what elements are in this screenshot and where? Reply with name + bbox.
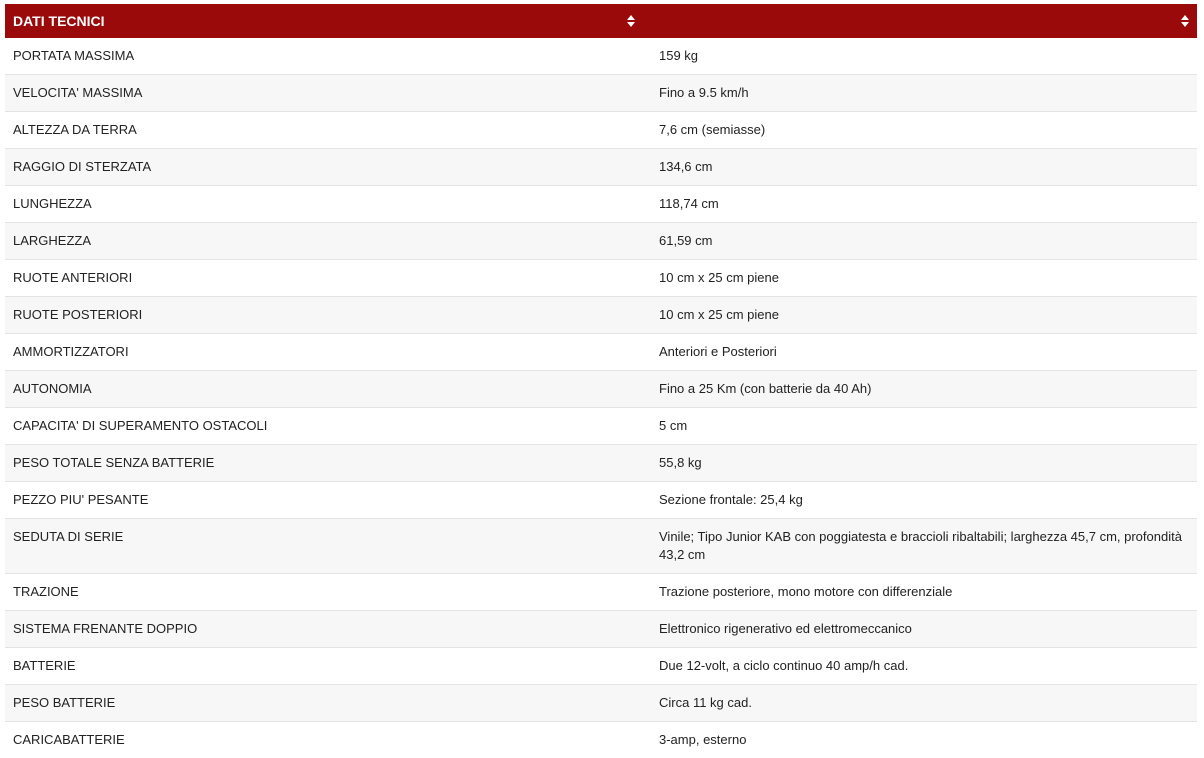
row-label: BATTERIE	[5, 648, 643, 685]
row-label: ALTEZZA DA TERRA	[5, 112, 643, 149]
sort-icon[interactable]	[1181, 15, 1189, 27]
row-label: RAGGIO DI STERZATA	[5, 149, 643, 186]
row-label: CARICABATTERIE	[5, 722, 643, 758]
row-value: Trazione posteriore, mono motore con dif…	[643, 574, 1197, 611]
table-row: LARGHEZZA 61,59 cm	[5, 223, 1197, 260]
row-label: RUOTE POSTERIORI	[5, 297, 643, 334]
table-row: AUTONOMIA Fino a 25 Km (con batterie da …	[5, 371, 1197, 408]
row-label: LARGHEZZA	[5, 223, 643, 260]
row-label: TRAZIONE	[5, 574, 643, 611]
specs-table: DATI TECNICI PORTATA MASSIMA 159 kg VELO…	[5, 4, 1197, 758]
table-header-row: DATI TECNICI	[5, 4, 1197, 38]
sort-icon[interactable]	[627, 15, 635, 27]
row-value: Elettronico rigenerativo ed elettromecca…	[643, 611, 1197, 648]
row-value: Anteriori e Posteriori	[643, 334, 1197, 371]
row-value: Due 12-volt, a ciclo continuo 40 amp/h c…	[643, 648, 1197, 685]
table-row: RUOTE ANTERIORI 10 cm x 25 cm piene	[5, 260, 1197, 297]
row-label: PORTATA MASSIMA	[5, 38, 643, 75]
row-value: Fino a 9.5 km/h	[643, 75, 1197, 112]
row-label: PEZZO PIU' PESANTE	[5, 482, 643, 519]
column-header-label[interactable]: DATI TECNICI	[5, 4, 643, 38]
row-label: LUNGHEZZA	[5, 186, 643, 223]
table-body: PORTATA MASSIMA 159 kg VELOCITA' MASSIMA…	[5, 38, 1197, 758]
table-row: SISTEMA FRENANTE DOPPIO Elettronico rige…	[5, 611, 1197, 648]
row-label: VELOCITA' MASSIMA	[5, 75, 643, 112]
table-row: PEZZO PIU' PESANTE Sezione frontale: 25,…	[5, 482, 1197, 519]
row-value: Sezione frontale: 25,4 kg	[643, 482, 1197, 519]
row-value: Vinile; Tipo Junior KAB con poggiatesta …	[643, 519, 1197, 574]
table-row: LUNGHEZZA 118,74 cm	[5, 186, 1197, 223]
column-header-value[interactable]	[643, 4, 1197, 38]
table-row: SEDUTA DI SERIE Vinile; Tipo Junior KAB …	[5, 519, 1197, 574]
table-row: PORTATA MASSIMA 159 kg	[5, 38, 1197, 75]
table-row: AMMORTIZZATORI Anteriori e Posteriori	[5, 334, 1197, 371]
row-value: 10 cm x 25 cm piene	[643, 297, 1197, 334]
row-value: 159 kg	[643, 38, 1197, 75]
table-row: BATTERIE Due 12-volt, a ciclo continuo 4…	[5, 648, 1197, 685]
table-row: VELOCITA' MASSIMA Fino a 9.5 km/h	[5, 75, 1197, 112]
row-label: PESO BATTERIE	[5, 685, 643, 722]
row-value: 5 cm	[643, 408, 1197, 445]
row-label: SEDUTA DI SERIE	[5, 519, 643, 574]
row-label: AUTONOMIA	[5, 371, 643, 408]
specs-container: DATI TECNICI PORTATA MASSIMA 159 kg VELO…	[0, 0, 1204, 758]
row-value: 134,6 cm	[643, 149, 1197, 186]
column-header-label-text: DATI TECNICI	[13, 13, 105, 29]
table-row: RUOTE POSTERIORI 10 cm x 25 cm piene	[5, 297, 1197, 334]
table-row: CARICABATTERIE 3-amp, esterno	[5, 722, 1197, 758]
row-value: 3-amp, esterno	[643, 722, 1197, 758]
table-row: PESO TOTALE SENZA BATTERIE 55,8 kg	[5, 445, 1197, 482]
row-label: CAPACITA' DI SUPERAMENTO OSTACOLI	[5, 408, 643, 445]
table-row: CAPACITA' DI SUPERAMENTO OSTACOLI 5 cm	[5, 408, 1197, 445]
row-label: AMMORTIZZATORI	[5, 334, 643, 371]
row-value: Fino a 25 Km (con batterie da 40 Ah)	[643, 371, 1197, 408]
row-value: 10 cm x 25 cm piene	[643, 260, 1197, 297]
row-label: PESO TOTALE SENZA BATTERIE	[5, 445, 643, 482]
row-value: 55,8 kg	[643, 445, 1197, 482]
table-row: TRAZIONE Trazione posteriore, mono motor…	[5, 574, 1197, 611]
table-row: ALTEZZA DA TERRA 7,6 cm (semiasse)	[5, 112, 1197, 149]
row-value: Circa 11 kg cad.	[643, 685, 1197, 722]
row-label: RUOTE ANTERIORI	[5, 260, 643, 297]
row-value: 7,6 cm (semiasse)	[643, 112, 1197, 149]
table-row: RAGGIO DI STERZATA 134,6 cm	[5, 149, 1197, 186]
row-label: SISTEMA FRENANTE DOPPIO	[5, 611, 643, 648]
table-row: PESO BATTERIE Circa 11 kg cad.	[5, 685, 1197, 722]
row-value: 118,74 cm	[643, 186, 1197, 223]
row-value: 61,59 cm	[643, 223, 1197, 260]
